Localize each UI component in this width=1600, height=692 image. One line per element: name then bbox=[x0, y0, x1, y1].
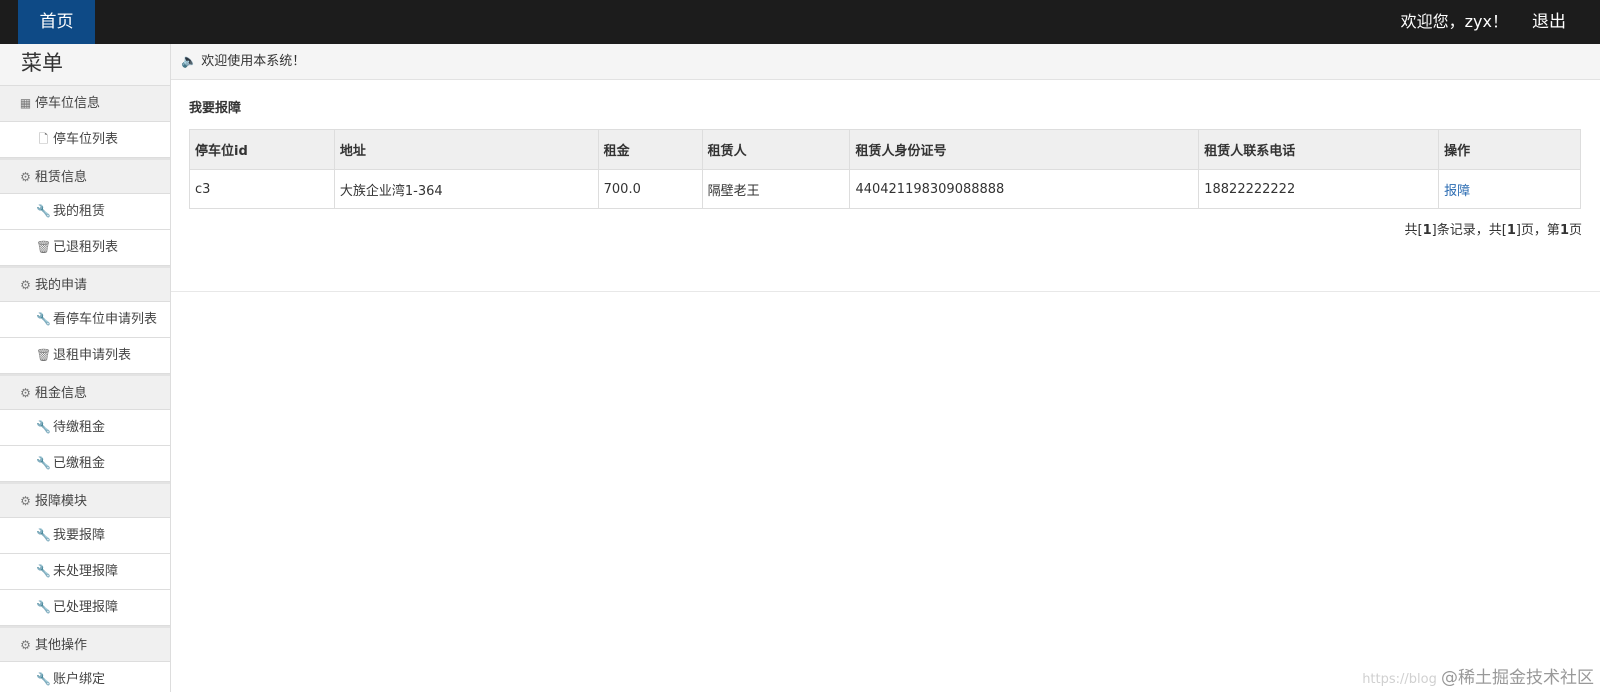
table-row: c3 大族企业湾1-364 700.0 隔壁老王 440421198309088… bbox=[189, 169, 1581, 209]
menu-title: 菜单 bbox=[0, 44, 170, 86]
sidebar-group-label: 报障模块 bbox=[35, 494, 88, 509]
total-records: 1 bbox=[1422, 223, 1432, 238]
sidebar-item-unprocessed-faults[interactable]: 🔧 未处理报障 bbox=[0, 554, 170, 590]
current-page: 1 bbox=[1559, 223, 1569, 238]
welcome-text: 欢迎使用本系统！ bbox=[201, 54, 306, 69]
cell-rent: 700.0 bbox=[597, 169, 703, 209]
wrench-icon: 🔧 bbox=[36, 528, 51, 542]
watermark-brand: @稀土掘金技术社区 bbox=[1441, 668, 1594, 688]
pagination-info: 共[1]条记录，共[1]页，第1页 bbox=[189, 209, 1582, 238]
welcome-bar: 🔈 欢迎使用本系统！ bbox=[171, 44, 1600, 80]
sidebar-group-rent-info[interactable]: ⚙ 租金信息 bbox=[0, 374, 170, 410]
gear-icon: ⚙ bbox=[20, 386, 31, 400]
pager-text: 页 bbox=[1568, 223, 1582, 238]
sidebar-item-label: 已处理报障 bbox=[53, 600, 119, 615]
logout-button[interactable]: 退出 bbox=[1532, 0, 1566, 44]
cell-address: 大族企业湾1-364 bbox=[333, 169, 599, 209]
wrench-icon: 🔧 bbox=[36, 456, 51, 470]
sidebar-item-label: 账户绑定 bbox=[53, 672, 106, 687]
trash-icon: 🗑 bbox=[36, 348, 52, 362]
sidebar-menu: 菜单 ▦ 停车位信息 🗋 停车位列表 ⚙ 租赁信息 🔧 我的租赁 🗑 已退租列表 ⚙ 我的申… bbox=[0, 44, 171, 692]
pager-text: ]条记录，共[ bbox=[1431, 223, 1507, 238]
cell-tenant: 隔壁老王 bbox=[701, 169, 851, 209]
wrench-icon: 🔧 bbox=[36, 204, 51, 218]
table-header-row: 停车位id 地址 租金 租赁人 租赁人身份证号 租赁人联系电话 操作 bbox=[189, 129, 1581, 170]
sidebar-item-returned-list[interactable]: 🗑 已退租列表 bbox=[0, 230, 170, 266]
column-header: 地址 bbox=[333, 129, 599, 170]
sidebar-group-label: 租赁信息 bbox=[35, 170, 88, 185]
sidebar-item-label: 已退租列表 bbox=[53, 240, 119, 255]
sidebar-group-label: 停车位信息 bbox=[35, 96, 101, 111]
watermark-url: https://blog bbox=[1362, 672, 1437, 687]
sidebar-item-processed-faults[interactable]: 🔧 已处理报障 bbox=[0, 590, 170, 626]
main-content: 🔈 欢迎使用本系统！ 我要报障 停车位id 地址 租金 租赁人 租赁人身份证号 租… bbox=[171, 44, 1600, 692]
sidebar-group-other-operations[interactable]: ⚙ 其他操作 bbox=[0, 626, 170, 662]
sidebar-item-report-fault[interactable]: 🔧 我要报障 bbox=[0, 518, 170, 554]
sidebar-item-label: 看停车位申请列表 bbox=[53, 312, 158, 327]
content-panel: 我要报障 停车位id 地址 租金 租赁人 租赁人身份证号 租赁人联系电话 操作 … bbox=[171, 80, 1600, 292]
sidebar-item-label: 未处理报障 bbox=[53, 564, 119, 579]
column-header: 操作 bbox=[1438, 129, 1581, 170]
sidebar-group-fault-report[interactable]: ⚙ 报障模块 bbox=[0, 482, 170, 518]
gear-icon: ⚙ bbox=[20, 638, 31, 652]
gear-icon: ⚙ bbox=[20, 170, 31, 184]
column-header: 租赁人身份证号 bbox=[849, 129, 1200, 170]
section-title: 我要报障 bbox=[189, 101, 242, 116]
wrench-icon: 🔧 bbox=[36, 420, 51, 434]
gear-icon: ⚙ bbox=[20, 278, 31, 292]
wrench-icon: 🔧 bbox=[36, 564, 51, 578]
sidebar-group-label: 我的申请 bbox=[35, 278, 88, 293]
sidebar-group-label: 租金信息 bbox=[35, 386, 88, 401]
sidebar-item-my-lease[interactable]: 🔧 我的租赁 bbox=[0, 194, 170, 230]
watermark: https://blog @稀土掘金技术社区 bbox=[1362, 663, 1594, 688]
speaker-icon: 🔈 bbox=[181, 54, 198, 69]
sidebar-item-return-application-list[interactable]: 🗑 退租申请列表 bbox=[0, 338, 170, 374]
sidebar-group-label: 其他操作 bbox=[35, 638, 88, 653]
sidebar-item-label: 已缴租金 bbox=[53, 456, 106, 471]
column-header: 租赁人 bbox=[701, 129, 851, 170]
pager-text: 共[ bbox=[1404, 223, 1423, 238]
cell-action: 报障 bbox=[1438, 169, 1581, 209]
gear-icon: ⚙ bbox=[20, 494, 31, 508]
file-icon: 🗋 bbox=[38, 132, 49, 146]
sidebar-item-label: 退租申请列表 bbox=[53, 348, 132, 363]
user-greeting: 欢迎您，zyx！ bbox=[1400, 12, 1508, 31]
cell-tenant-id-number: 440421198309088888 bbox=[849, 169, 1200, 209]
top-navbar: 首页 欢迎您，zyx！ 退出 bbox=[0, 0, 1600, 44]
column-header: 租赁人联系电话 bbox=[1198, 129, 1440, 170]
trash-icon: 🗑 bbox=[36, 240, 52, 254]
wrench-icon: 🔧 bbox=[36, 672, 51, 686]
sidebar-item-label: 停车位列表 bbox=[53, 132, 119, 147]
sidebar-item-rent-paid[interactable]: 🔧 已缴租金 bbox=[0, 446, 170, 482]
pager-text: ]页，第 bbox=[1515, 223, 1560, 238]
wrench-icon: 🔧 bbox=[36, 312, 51, 326]
column-header: 租金 bbox=[597, 129, 703, 170]
sidebar-group-parking-info[interactable]: ▦ 停车位信息 bbox=[0, 86, 170, 122]
sidebar-item-label: 我的租赁 bbox=[53, 204, 106, 219]
parking-table: 停车位id 地址 租金 租赁人 租赁人身份证号 租赁人联系电话 操作 c3 大族… bbox=[189, 129, 1581, 209]
user-card-icon: ▦ bbox=[19, 96, 32, 110]
wrench-icon: 🔧 bbox=[36, 600, 51, 614]
cell-parking-id: c3 bbox=[189, 169, 335, 209]
total-pages: 1 bbox=[1506, 223, 1516, 238]
sidebar-item-parking-list[interactable]: 🗋 停车位列表 bbox=[0, 122, 170, 158]
sidebar-item-account-binding[interactable]: 🔧 账户绑定 bbox=[0, 662, 170, 692]
cell-tenant-phone: 18822222222 bbox=[1198, 169, 1440, 209]
sidebar-item-label: 我要报障 bbox=[53, 528, 106, 543]
report-fault-link[interactable]: 报障 bbox=[1444, 184, 1470, 199]
sidebar-item-label: 待缴租金 bbox=[53, 420, 106, 435]
sidebar-item-rent-due[interactable]: 🔧 待缴租金 bbox=[0, 410, 170, 446]
sidebar-group-my-applications[interactable]: ⚙ 我的申请 bbox=[0, 266, 170, 302]
column-header: 停车位id bbox=[189, 129, 335, 170]
sidebar-group-lease-info[interactable]: ⚙ 租赁信息 bbox=[0, 158, 170, 194]
sidebar-item-parking-application-list[interactable]: 🔧 看停车位申请列表 bbox=[0, 302, 170, 338]
home-nav-button[interactable]: 首页 bbox=[18, 0, 95, 44]
